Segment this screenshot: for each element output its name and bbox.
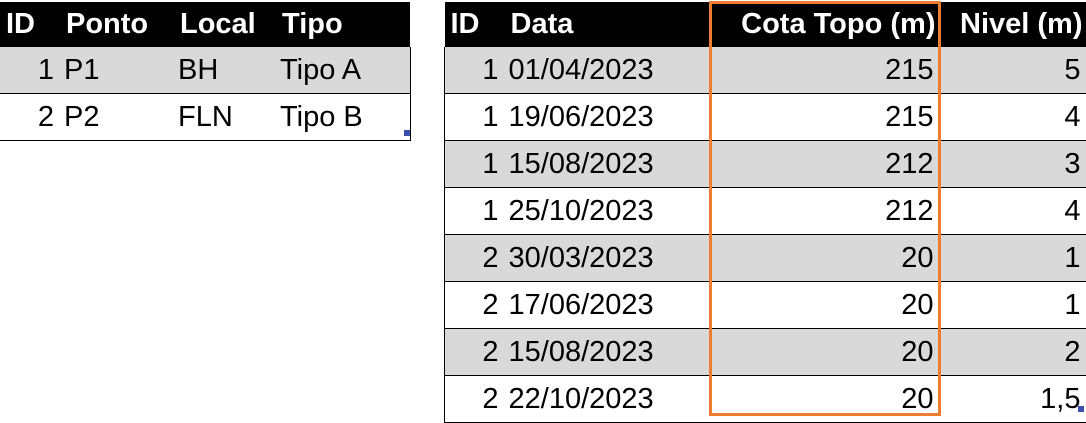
cell-data[interactable]: 01/04/2023 xyxy=(505,47,709,94)
table-row: 1 P1 BH Tipo A xyxy=(0,47,410,94)
table-resize-handle[interactable] xyxy=(404,130,410,136)
header-id[interactable]: ID xyxy=(445,2,505,47)
cell-nivel[interactable]: 1 xyxy=(940,282,1086,329)
table-medicoes: ID Data Cota Topo (m) Nivel (m) 101/04/2… xyxy=(444,2,1086,423)
table-row: 125/10/20232124 xyxy=(445,188,1086,235)
cell-data[interactable]: 19/06/2023 xyxy=(505,94,709,141)
cell-cota-topo[interactable]: 212 xyxy=(709,188,940,235)
header-nivel[interactable]: Nivel (m) xyxy=(940,2,1086,47)
header-id[interactable]: ID xyxy=(0,2,60,47)
cell-id[interactable]: 2 xyxy=(445,282,505,329)
header-local[interactable]: Local xyxy=(174,2,276,47)
table-header-row: ID Ponto Local Tipo xyxy=(0,2,410,47)
cell-nivel[interactable]: 2 xyxy=(940,329,1086,376)
cell-data[interactable]: 30/03/2023 xyxy=(505,235,709,282)
cell-id[interactable]: 1 xyxy=(445,47,505,94)
cell-cota-topo[interactable]: 20 xyxy=(709,282,940,329)
cell-nivel[interactable]: 1 xyxy=(940,235,1086,282)
cell-id[interactable]: 1 xyxy=(445,94,505,141)
header-cota-topo[interactable]: Cota Topo (m) xyxy=(709,2,940,47)
cell-ponto[interactable]: P1 xyxy=(60,47,174,94)
table-resize-handle[interactable] xyxy=(1078,406,1084,412)
table-row: 2 P2 FLN Tipo B xyxy=(0,94,410,141)
cell-id[interactable]: 2 xyxy=(445,329,505,376)
table-pontos: ID Ponto Local Tipo 1 P1 BH Tipo A 2 P2 … xyxy=(0,2,411,141)
cell-nivel[interactable]: 3 xyxy=(940,141,1086,188)
cell-nivel[interactable]: 5 xyxy=(940,47,1086,94)
table-row: 230/03/2023201 xyxy=(445,235,1086,282)
cell-cota-topo[interactable]: 215 xyxy=(709,47,940,94)
cell-cota-topo[interactable]: 215 xyxy=(709,94,940,141)
cell-nivel[interactable]: 4 xyxy=(940,94,1086,141)
cell-data[interactable]: 22/10/2023 xyxy=(505,376,709,423)
table-row: 101/04/20232155 xyxy=(445,47,1086,94)
table-row: 215/08/2023202 xyxy=(445,329,1086,376)
table-row: 217/06/2023201 xyxy=(445,282,1086,329)
table-header-row: ID Data Cota Topo (m) Nivel (m) xyxy=(445,2,1086,47)
cell-nivel[interactable]: 4 xyxy=(940,188,1086,235)
cell-id[interactable]: 1 xyxy=(445,141,505,188)
table-row: 119/06/20232154 xyxy=(445,94,1086,141)
cell-id[interactable]: 2 xyxy=(445,376,505,423)
cell-cota-topo[interactable]: 20 xyxy=(709,376,940,423)
cell-cota-topo[interactable]: 212 xyxy=(709,141,940,188)
cell-id[interactable]: 1 xyxy=(0,47,60,94)
cell-tipo[interactable]: Tipo B xyxy=(276,94,410,141)
cell-local[interactable]: FLN xyxy=(174,94,276,141)
cell-tipo[interactable]: Tipo A xyxy=(276,47,410,94)
table-row: 115/08/20232123 xyxy=(445,141,1086,188)
header-data[interactable]: Data xyxy=(505,2,709,47)
cell-data[interactable]: 15/08/2023 xyxy=(505,141,709,188)
header-tipo[interactable]: Tipo xyxy=(276,2,410,47)
cell-data[interactable]: 15/08/2023 xyxy=(505,329,709,376)
cell-data[interactable]: 25/10/2023 xyxy=(505,188,709,235)
cell-id[interactable]: 2 xyxy=(0,94,60,141)
cell-ponto[interactable]: P2 xyxy=(60,94,174,141)
cell-data[interactable]: 17/06/2023 xyxy=(505,282,709,329)
header-ponto[interactable]: Ponto xyxy=(60,2,174,47)
cell-id[interactable]: 2 xyxy=(445,235,505,282)
table-row: 222/10/2023201,5 xyxy=(445,376,1086,423)
cell-cota-topo[interactable]: 20 xyxy=(709,329,940,376)
cell-cota-topo[interactable]: 20 xyxy=(709,235,940,282)
cell-nivel[interactable]: 1,5 xyxy=(940,376,1086,423)
cell-id[interactable]: 1 xyxy=(445,188,505,235)
cell-local[interactable]: BH xyxy=(174,47,276,94)
